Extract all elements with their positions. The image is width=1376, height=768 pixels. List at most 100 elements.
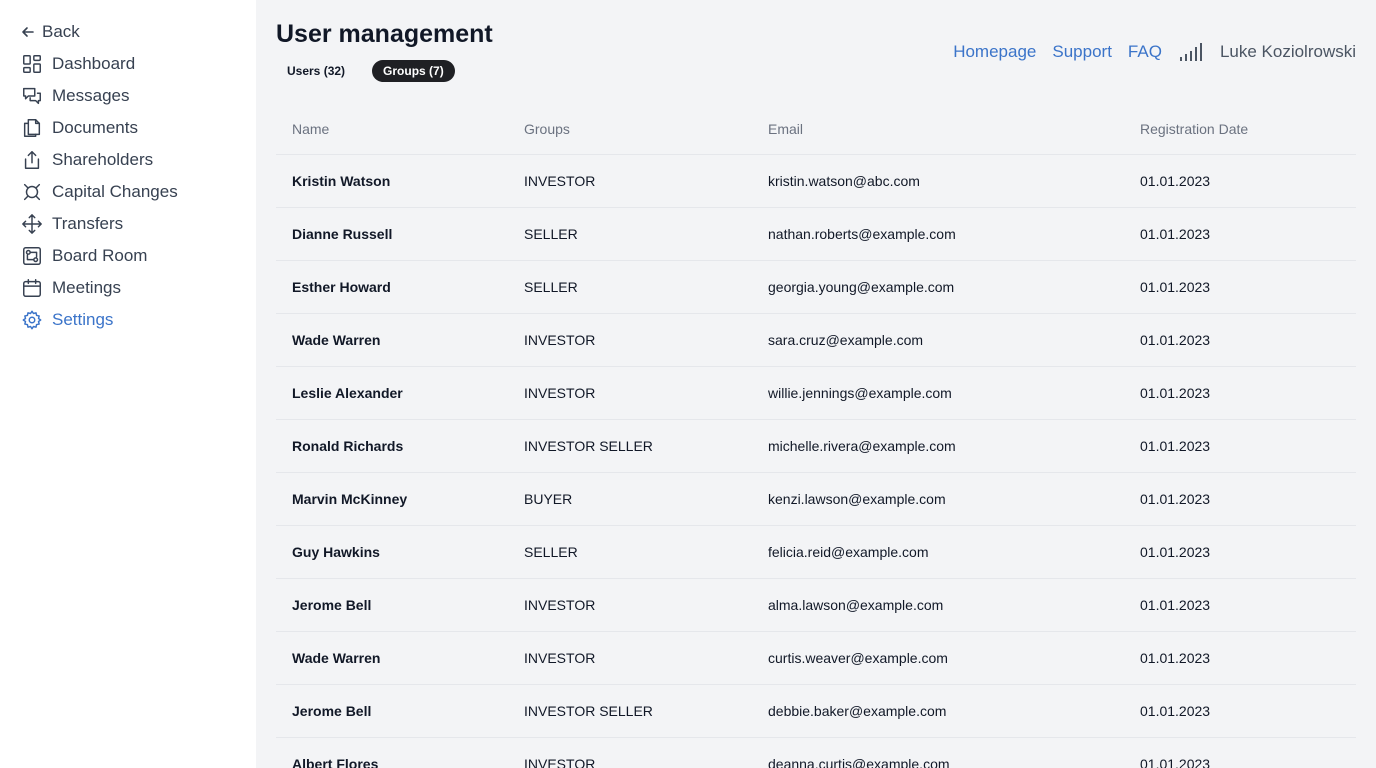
- cell-email: alma.lawson@example.com: [768, 597, 944, 613]
- cell-email: debbie.baker@example.com: [768, 703, 947, 719]
- sidebar-item-label: Capital Changes: [52, 182, 178, 201]
- cell-email: willie.jennings@example.com: [768, 385, 952, 401]
- table-row[interactable]: Esther Howard SELLER georgia.young@examp…: [276, 261, 1356, 314]
- cell-groups: BUYER: [524, 491, 573, 507]
- faq-link[interactable]: FAQ: [1128, 42, 1162, 62]
- cell-name: Esther Howard: [292, 279, 391, 295]
- table-row[interactable]: Ronald Richards INVESTOR SELLER michelle…: [276, 420, 1356, 473]
- cell-date: 01.01.2023: [1140, 491, 1211, 507]
- cell-date: 01.01.2023: [1140, 279, 1211, 295]
- cell-date: 01.01.2023: [1140, 597, 1211, 613]
- sidebar-item-label: Settings: [52, 310, 114, 329]
- calendar-icon: [20, 276, 44, 300]
- back-link[interactable]: Back: [20, 18, 80, 46]
- sidebar-item-label: Documents: [52, 118, 138, 137]
- homepage-link[interactable]: Homepage: [953, 42, 1036, 62]
- cell-date: 01.01.2023: [1140, 703, 1211, 719]
- cell-groups: INVESTOR SELLER: [524, 438, 653, 454]
- cell-date: 01.01.2023: [1140, 650, 1211, 666]
- cell-name: Dianne Russell: [292, 226, 393, 242]
- table-row[interactable]: Wade Warren INVESTOR curtis.weaver@examp…: [276, 632, 1356, 685]
- sidebar-item-transfers[interactable]: Transfers: [20, 210, 123, 238]
- column-header-email[interactable]: Email: [768, 121, 803, 137]
- cell-groups: INVESTOR: [524, 173, 596, 189]
- arrow-left-icon: [20, 20, 36, 44]
- sidebar-item-label: Messages: [52, 86, 130, 105]
- documents-icon: [20, 116, 44, 140]
- table-row[interactable]: Albert Flores INVESTOR deanna.curtis@exa…: [276, 738, 1356, 768]
- top-navigation: Homepage Support FAQ Luke Koziolrowski: [953, 40, 1356, 64]
- sidebar-item-label: Meetings: [52, 278, 121, 297]
- sidebar-item-settings[interactable]: Settings: [20, 306, 113, 334]
- cell-groups: SELLER: [524, 226, 578, 242]
- sidebar-item-label: Dashboard: [52, 54, 136, 73]
- table-row[interactable]: Kristin Watson INVESTOR kristin.watson@a…: [276, 155, 1356, 208]
- sidebar-item-messages[interactable]: Messages: [20, 82, 129, 110]
- dashboard-icon: [20, 52, 44, 76]
- cell-date: 01.01.2023: [1140, 438, 1211, 454]
- cell-name: Guy Hawkins: [292, 544, 380, 560]
- cell-email: felicia.reid@example.com: [768, 544, 929, 560]
- sidebar-item-board-room[interactable]: Board Room: [20, 242, 147, 270]
- sidebar-item-dashboard[interactable]: Dashboard: [20, 50, 135, 78]
- column-header-groups[interactable]: Groups: [524, 121, 570, 137]
- cell-name: Marvin McKinney: [292, 491, 408, 507]
- cell-email: michelle.rivera@example.com: [768, 438, 956, 454]
- sidebar-item-capital-changes[interactable]: Capital Changes: [20, 178, 178, 206]
- table-header: Name Groups Email Registration Date: [276, 103, 1356, 155]
- sidebar-item-meetings[interactable]: Meetings: [20, 274, 121, 302]
- column-header-name[interactable]: Name: [292, 121, 329, 137]
- cell-email: deanna.curtis@example.com: [768, 756, 950, 768]
- cell-email: curtis.weaver@example.com: [768, 650, 948, 666]
- cell-date: 01.01.2023: [1140, 544, 1211, 560]
- back-label: Back: [42, 22, 80, 41]
- cell-email: georgia.young@example.com: [768, 279, 955, 295]
- tab-groups[interactable]: Groups (7): [372, 60, 455, 82]
- cell-groups: INVESTOR: [524, 385, 596, 401]
- user-name[interactable]: Luke Koziolrowski: [1220, 42, 1356, 62]
- cell-date: 01.01.2023: [1140, 756, 1211, 768]
- main-content: User management Users (32) Groups (7) Ho…: [256, 0, 1376, 768]
- table-row[interactable]: Jerome Bell INVESTOR SELLER debbie.baker…: [276, 685, 1356, 738]
- signal-icon: [1179, 43, 1202, 61]
- cell-date: 01.01.2023: [1140, 173, 1211, 189]
- move-icon: [20, 212, 44, 236]
- board-room-icon: [20, 244, 44, 268]
- cell-groups: INVESTOR SELLER: [524, 703, 653, 719]
- cell-name: Kristin Watson: [292, 173, 391, 189]
- sidebar-item-label: Shareholders: [52, 150, 154, 169]
- cell-groups: SELLER: [524, 544, 578, 560]
- support-link[interactable]: Support: [1052, 42, 1112, 62]
- cell-date: 01.01.2023: [1140, 332, 1211, 348]
- cell-groups: INVESTOR: [524, 650, 596, 666]
- cell-name: Ronald Richards: [292, 438, 404, 454]
- table-row[interactable]: Dianne Russell SELLER nathan.roberts@exa…: [276, 208, 1356, 261]
- messages-icon: [20, 84, 44, 108]
- users-table: Name Groups Email Registration Date Kris…: [276, 103, 1356, 768]
- sidebar-item-label: Transfers: [52, 214, 124, 233]
- tab-users[interactable]: Users (32): [276, 60, 356, 82]
- cell-date: 01.01.2023: [1140, 226, 1211, 242]
- cell-groups: INVESTOR: [524, 332, 596, 348]
- table-row[interactable]: Jerome Bell INVESTOR alma.lawson@example…: [276, 579, 1356, 632]
- table-row[interactable]: Wade Warren INVESTOR sara.cruz@example.c…: [276, 314, 1356, 367]
- page-title: User management: [276, 20, 493, 48]
- gear-icon: [20, 308, 44, 332]
- cell-name: Jerome Bell: [292, 597, 372, 613]
- cell-date: 01.01.2023: [1140, 385, 1211, 401]
- sidebar-item-label: Board Room: [52, 246, 148, 265]
- sidebar-item-shareholders[interactable]: Shareholders: [20, 146, 153, 174]
- table-row[interactable]: Marvin McKinney BUYER kenzi.lawson@examp…: [276, 473, 1356, 526]
- column-header-registration-date[interactable]: Registration Date: [1140, 121, 1248, 137]
- tabs: Users (32) Groups (7): [276, 60, 455, 82]
- sidebar: Back Dashboard Messages Documents Shareh…: [0, 0, 256, 768]
- table-row[interactable]: Guy Hawkins SELLER felicia.reid@example.…: [276, 526, 1356, 579]
- table-row[interactable]: Leslie Alexander INVESTOR willie.jenning…: [276, 367, 1356, 420]
- sidebar-item-documents[interactable]: Documents: [20, 114, 138, 142]
- cell-name: Leslie Alexander: [292, 385, 403, 401]
- cell-name: Jerome Bell: [292, 703, 372, 719]
- capital-changes-icon: [20, 180, 44, 204]
- cell-email: sara.cruz@example.com: [768, 332, 924, 348]
- cell-email: nathan.roberts@example.com: [768, 226, 956, 242]
- cell-name: Wade Warren: [292, 332, 381, 348]
